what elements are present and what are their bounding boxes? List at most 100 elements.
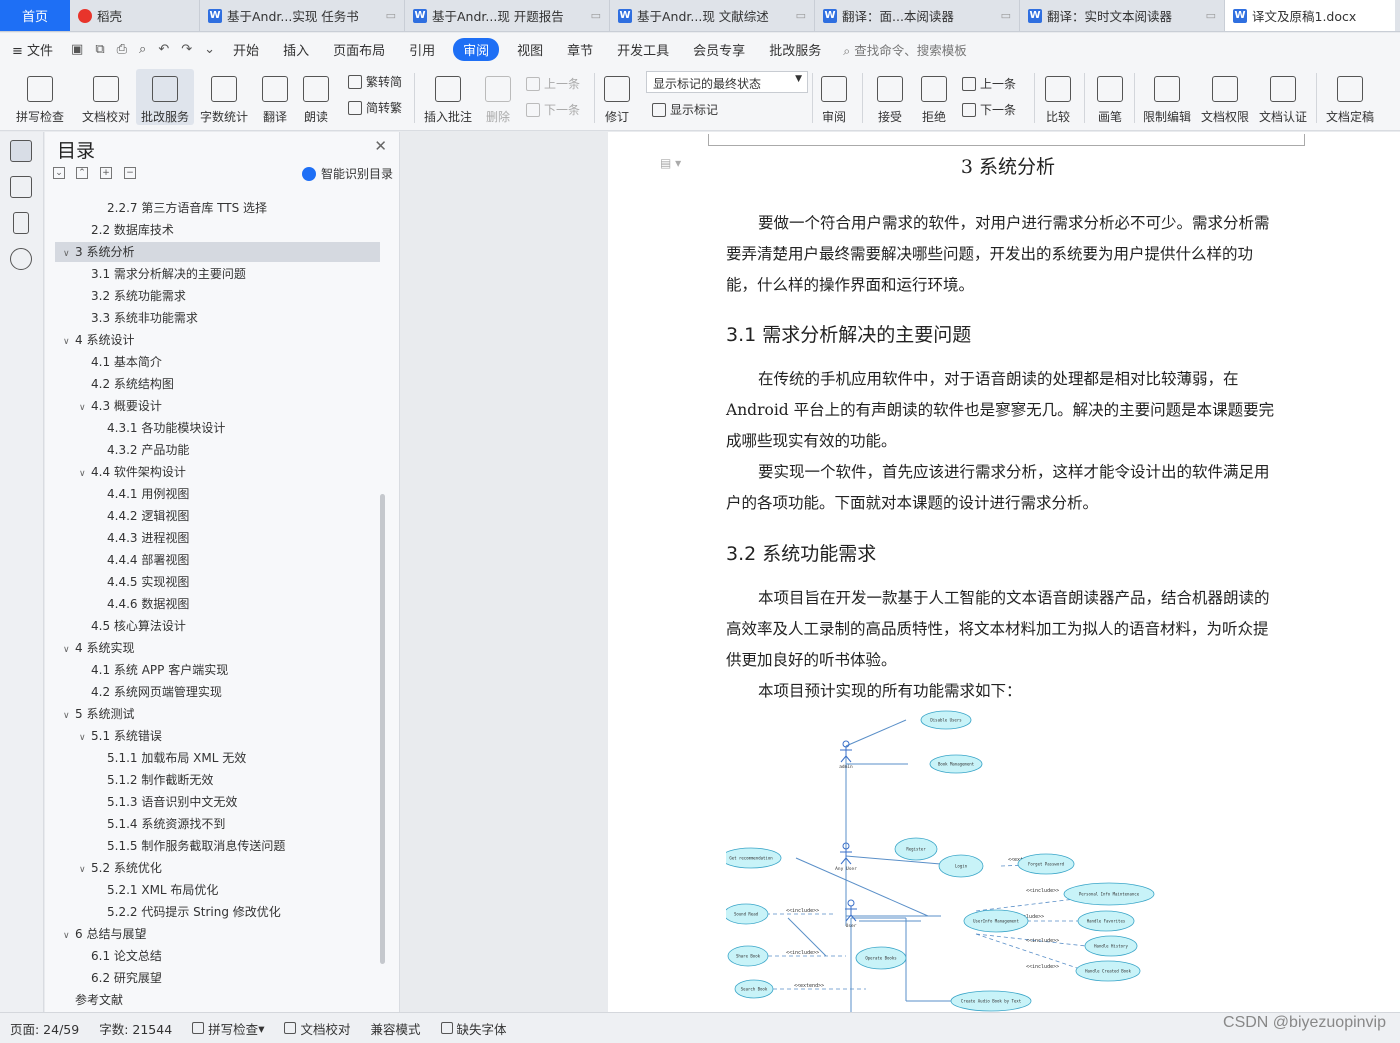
hamburger-menu[interactable]: ≡ 文件 xyxy=(0,40,65,59)
toc-item[interactable]: ∨ 4.3 概要设计 xyxy=(55,396,162,416)
compare-button[interactable]: 比较 xyxy=(1040,69,1076,125)
command-search[interactable]: ⌕ 查找命令、搜索模板 xyxy=(843,40,967,59)
toc-item[interactable]: 4.2 系统网页端管理实现 xyxy=(55,682,222,702)
tab-doc-translate1[interactable]: W 翻译：面...本阅读器 ▭ xyxy=(815,0,1020,31)
chevron-down-icon[interactable]: ∨ xyxy=(63,706,75,726)
toc-item[interactable]: 3.1 需求分析解决的主要问题 xyxy=(55,264,246,284)
expand-up-icon[interactable]: ⌃ xyxy=(76,167,88,179)
menu-chapter[interactable]: 章节 xyxy=(555,40,605,59)
preview-icon[interactable]: ⌕ xyxy=(133,42,152,57)
customize-icon[interactable]: ⌄ xyxy=(198,42,221,57)
page-indicator[interactable]: 页面: 24/59 xyxy=(0,1019,89,1038)
close-icon[interactable]: ▭ xyxy=(1206,9,1216,22)
toc-item[interactable]: ∨ 5 系统测试 xyxy=(55,704,134,724)
doc-finalize-button[interactable]: 文档定稿 xyxy=(1322,69,1378,125)
show-markup-button[interactable]: 显示标记 xyxy=(652,101,718,118)
close-icon[interactable]: ✕ xyxy=(374,137,387,155)
toc-item[interactable]: 5.2.2 代码提示 String 修改优化 xyxy=(55,902,281,922)
close-icon[interactable]: ▭ xyxy=(591,9,601,22)
chapter-nav-icon[interactable] xyxy=(10,176,32,198)
collapse-all-icon[interactable]: ⌄ xyxy=(53,167,65,179)
export-icon[interactable]: ⧉ xyxy=(89,42,110,57)
bookmark-icon[interactable] xyxy=(13,212,29,234)
menu-member[interactable]: 会员专享 xyxy=(681,40,757,59)
close-icon[interactable]: ▭ xyxy=(386,9,396,22)
undo-icon[interactable]: ↶ xyxy=(152,42,175,57)
toc-item[interactable]: ∨ 3 系统分析 xyxy=(55,242,380,262)
toc-item[interactable]: 5.1.4 系统资源找不到 xyxy=(55,814,225,834)
toc-item[interactable]: 4.4.2 逻辑视图 xyxy=(55,506,189,526)
toc-item[interactable]: 5.1.3 语音识别中文无效 xyxy=(55,792,237,812)
toc-item[interactable]: 4.4.4 部署视图 xyxy=(55,550,189,570)
status-doc-proof[interactable]: 文档校对 xyxy=(274,1019,360,1038)
toc-item[interactable]: 4.1 基本简介 xyxy=(55,352,162,372)
toc-item[interactable]: ∨ 5.1 系统错误 xyxy=(55,726,162,746)
tab-doc-active[interactable]: W 译文及原稿1.docx xyxy=(1225,0,1395,31)
print-icon[interactable]: ⎙ xyxy=(111,42,133,57)
menu-review[interactable]: 审阅 xyxy=(453,37,500,61)
tab-doc-proposal[interactable]: W 基于Andr...现 开题报告 ▭ xyxy=(405,0,610,31)
remove-heading-icon[interactable]: − xyxy=(124,167,136,179)
tab-doc-review[interactable]: W 基于Andr...现 文献综述 ▭ xyxy=(610,0,815,31)
markup-state-select[interactable]: 显示标记的最终状态 ▼ xyxy=(646,71,808,93)
document-page[interactable]: ▤ ▾ 3 系统分析 要做一个符合用户需求的软件，对用户进行需求分析必不可少。需… xyxy=(608,132,1400,1012)
read-aloud-button[interactable]: 朗读 xyxy=(300,69,332,125)
toc-item[interactable]: 2.2.7 第三方语音库 TTS 选择 xyxy=(55,198,267,218)
simp-to-trad-button[interactable]: 简转繁 xyxy=(348,99,402,116)
tab-doc-translate2[interactable]: W 翻译：实时文本阅读器 ▭ xyxy=(1020,0,1225,31)
toc-item[interactable]: ∨ 5.2 系统优化 xyxy=(55,858,162,878)
toc-item[interactable]: 4.3.2 产品功能 xyxy=(55,440,189,460)
close-icon[interactable]: ▭ xyxy=(796,9,806,22)
next-comment-button[interactable]: 下一条 xyxy=(526,101,580,118)
toc-item[interactable]: 4.4.3 进程视图 xyxy=(55,528,189,548)
toc-item[interactable]: 6.2 研究展望 xyxy=(55,968,162,988)
toc-item[interactable]: 5.2.1 XML 布局优化 xyxy=(55,880,218,900)
accept-button[interactable]: 接受 xyxy=(872,69,908,125)
insert-comment-button[interactable]: 插入批注 xyxy=(422,69,474,125)
menu-start[interactable]: 开始 xyxy=(221,40,271,59)
search-icon[interactable] xyxy=(10,248,32,270)
toc-item[interactable]: 2.2 数据库技术 xyxy=(55,220,174,240)
tab-doc-task[interactable]: W 基于Andr...实现 任务书 ▭ xyxy=(200,0,405,31)
tab-home[interactable]: 首页 xyxy=(0,0,70,31)
menu-reference[interactable]: 引用 xyxy=(397,40,447,59)
word-count[interactable]: 字数: 21544 xyxy=(89,1019,182,1038)
next-change-button[interactable]: 下一条 xyxy=(962,101,1016,118)
status-spell-check[interactable]: 拼写检查 ▾ xyxy=(182,1019,274,1038)
missing-font[interactable]: 缺失字体 xyxy=(431,1019,517,1038)
toc-item[interactable]: 3.2 系统功能需求 xyxy=(55,286,186,306)
track-changes-button[interactable]: 修订 xyxy=(600,69,634,125)
doc-permission-button[interactable]: 文档权限 xyxy=(1200,69,1250,125)
chevron-down-icon[interactable]: ∨ xyxy=(79,398,91,418)
menu-layout[interactable]: 页面布局 xyxy=(321,40,397,59)
chevron-down-icon[interactable]: ∨ xyxy=(63,640,75,660)
delete-comment-button[interactable]: 删除 xyxy=(480,69,516,125)
menu-correction[interactable]: 批改服务 xyxy=(757,40,833,59)
toc-item[interactable]: ∨ 4 系统设计 xyxy=(55,330,134,350)
toc-icon[interactable] xyxy=(10,140,32,162)
prev-comment-button[interactable]: 上一条 xyxy=(526,75,580,92)
menu-insert[interactable]: 插入 xyxy=(271,40,321,59)
menu-devtools[interactable]: 开发工具 xyxy=(605,40,681,59)
menu-view[interactable]: 视图 xyxy=(505,40,555,59)
doc-cert-button[interactable]: 文档认证 xyxy=(1258,69,1308,125)
restrict-edit-button[interactable]: 限制编辑 xyxy=(1142,69,1192,125)
trad-to-simp-button[interactable]: 繁转简 xyxy=(348,73,402,90)
word-count-button[interactable]: 字数统计 xyxy=(198,69,250,125)
ink-button[interactable]: 画笔 xyxy=(1094,69,1126,125)
toc-item[interactable]: 4.4.1 用例视图 xyxy=(55,484,189,504)
prev-change-button[interactable]: 上一条 xyxy=(962,75,1016,92)
spell-check-button[interactable]: 拼写检查 xyxy=(8,69,72,125)
tab-daoke[interactable]: 稻壳 xyxy=(70,0,200,31)
toc-item[interactable]: 4.4.6 数据视图 xyxy=(55,594,189,614)
toc-item[interactable]: 5.1.2 制作截断无效 xyxy=(55,770,213,790)
chevron-down-icon[interactable]: ∨ xyxy=(79,860,91,880)
toc-item[interactable]: 4.4.5 实现视图 xyxy=(55,572,189,592)
smart-toc-button[interactable]: 智能识别目录 xyxy=(301,165,393,182)
toc-item[interactable]: ∨ 4.4 软件架构设计 xyxy=(55,462,186,482)
close-icon[interactable]: ▭ xyxy=(1001,9,1011,22)
toc-item[interactable]: 5.1.1 加载布局 XML 无效 xyxy=(55,748,246,768)
toc-item[interactable]: 4.3.1 各功能模块设计 xyxy=(55,418,225,438)
toc-item[interactable]: ∨ 6 总结与展望 xyxy=(55,924,146,944)
redo-icon[interactable]: ↷ xyxy=(175,42,198,57)
